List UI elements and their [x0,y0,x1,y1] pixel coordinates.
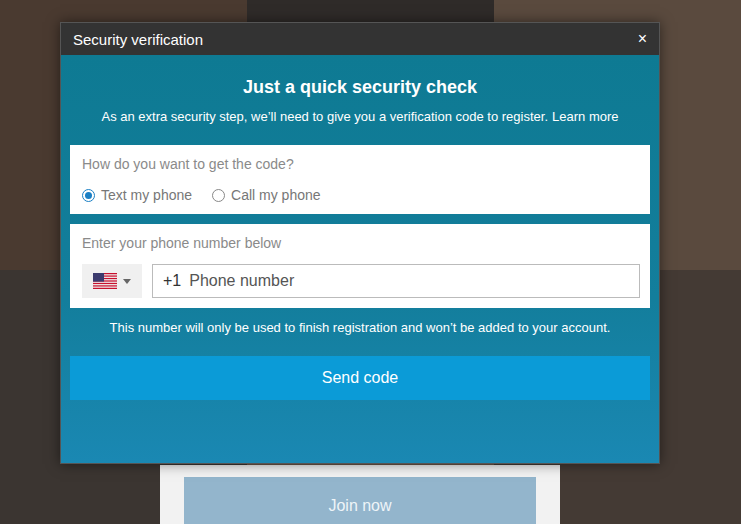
join-card: Join now [160,465,560,524]
dialog-title: Security verification [73,31,203,48]
phone-row: +1 [82,264,640,298]
code-method-section: How do you want to get the code? Text my … [70,145,650,214]
radio-option[interactable]: Text my phone [82,186,192,204]
join-button[interactable]: Join now [184,477,536,524]
send-code-button[interactable]: Send code [70,356,650,400]
dialog-body: Just a quick security check As an extra s… [61,55,659,463]
caret-down-icon [123,279,131,284]
radio-button[interactable] [212,189,225,202]
radio-button[interactable] [82,189,95,202]
phone-input[interactable] [189,272,629,290]
dial-code: +1 [163,272,181,290]
radio-group: Text my phone Call my phone [82,186,640,204]
us-flag-icon [93,273,117,289]
title-bar: Security verification × [61,23,659,55]
country-select[interactable] [82,264,142,298]
phone-prompt: Enter your phone number below [82,234,640,252]
phone-field[interactable]: +1 [152,264,640,298]
radio-option[interactable]: Call my phone [212,186,321,204]
phone-section: Enter your phone number below +1 [70,224,650,308]
subtitle: As an extra security step, we’ll need to… [70,108,650,126]
close-button[interactable]: × [638,30,647,48]
privacy-note: This number will only be used to finish … [70,319,650,337]
heading: Just a quick security check [70,76,650,98]
code-method-prompt: How do you want to get the code? [82,155,640,173]
learn-more-link[interactable]: Learn more [552,109,618,124]
page: Join now Security verification × Just a qui… [0,0,741,524]
security-dialog: Security verification × Just a quick secur… [60,22,660,464]
